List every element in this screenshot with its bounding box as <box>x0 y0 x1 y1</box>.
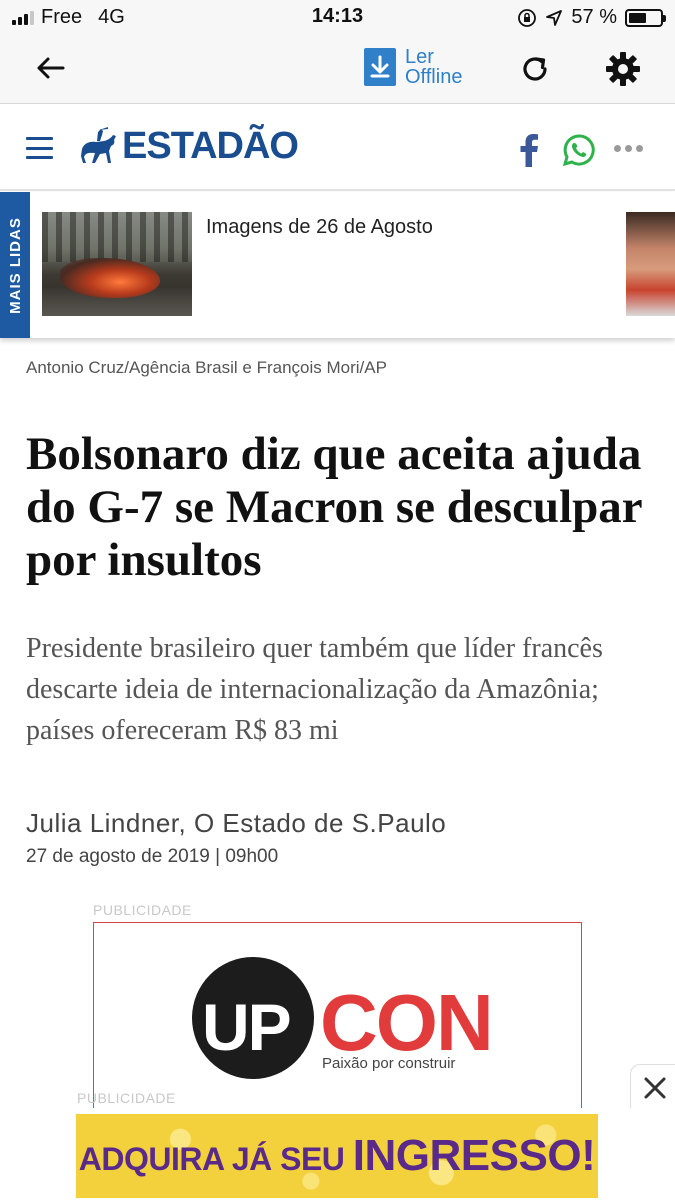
arrow-left-icon <box>37 57 65 79</box>
location-arrow-icon <box>546 9 563 26</box>
most-read-tab[interactable]: MAIS LIDAS <box>0 192 30 338</box>
next-story-thumbnail[interactable] <box>626 212 675 316</box>
gear-icon <box>606 52 640 86</box>
photo-credit: Antonio Cruz/Agência Brasil e François M… <box>26 358 387 377</box>
article-lede: Presidente brasileiro quer também que lí… <box>26 633 603 746</box>
status-bar: Free 4G 14:13 57 % <box>0 0 675 34</box>
battery-percent: 57 % <box>571 6 617 28</box>
battery-icon <box>625 8 666 27</box>
orientation-lock-icon <box>518 8 537 27</box>
whatsapp-icon[interactable] <box>562 133 596 167</box>
reload-icon <box>523 57 547 81</box>
back-button[interactable] <box>30 50 70 86</box>
ad-close-button[interactable] <box>630 1064 675 1110</box>
most-read-label: MAIS LIDAS <box>6 216 24 314</box>
menu-icon[interactable] <box>26 137 53 159</box>
horseman-logo-icon <box>81 126 116 163</box>
sticky-ad-bar: ADQUIRA JÁ SEU INGRESSO! <box>0 1108 675 1200</box>
most-read-story-title[interactable]: Imagens de 26 de Agosto <box>206 216 433 239</box>
article-headline: Bolsonaro diz que aceita ajuda do G-7 se… <box>26 428 642 586</box>
ticket-banner-ad[interactable]: ADQUIRA JÁ SEU INGRESSO! <box>76 1114 598 1198</box>
close-icon <box>644 1077 665 1098</box>
most-read-carousel: MAIS LIDAS Imagens de 26 de Agosto <box>0 192 675 338</box>
article-date: 27 de agosto de 2019 | 09h00 <box>26 846 279 867</box>
read-offline-label: Ler Offline <box>405 47 475 87</box>
more-options-icon[interactable] <box>614 145 643 152</box>
reload-button[interactable] <box>515 49 555 89</box>
settings-button[interactable] <box>602 48 644 90</box>
story-thumbnail[interactable] <box>42 212 192 316</box>
ad-label-bottom: PUBLICIDADE <box>77 1090 176 1106</box>
browser-toolbar: Ler Offline <box>0 34 675 104</box>
upcon-logo-con: CON <box>320 978 494 1067</box>
facebook-icon[interactable] <box>516 133 540 167</box>
battery-fill <box>629 12 647 23</box>
download-icon <box>364 48 396 86</box>
status-right: 57 % <box>517 6 666 29</box>
upcon-tagline: Paixão por construir <box>322 1055 456 1072</box>
logo-text: ESTADÃO <box>122 125 299 167</box>
ad-label: PUBLICIDADE <box>93 902 192 918</box>
read-offline-line1: Ler <box>405 46 434 68</box>
read-offline-line2: Offline <box>405 66 463 88</box>
upcon-logo-up: UP <box>202 990 292 1064</box>
banner-text-emphasis: INGRESSO! <box>352 1131 596 1180</box>
site-header: ESTADÃO <box>0 105 675 191</box>
article-byline: Julia Lindner, O Estado de S.Paulo <box>26 808 447 838</box>
estadao-logo[interactable]: ESTADÃO <box>78 125 299 168</box>
banner-text: ADQUIRA JÁ SEU INGRESSO! <box>78 1131 596 1181</box>
read-offline-button[interactable]: Ler Offline <box>364 47 475 87</box>
banner-text-main: ADQUIRA JÁ SEU <box>78 1141 345 1177</box>
